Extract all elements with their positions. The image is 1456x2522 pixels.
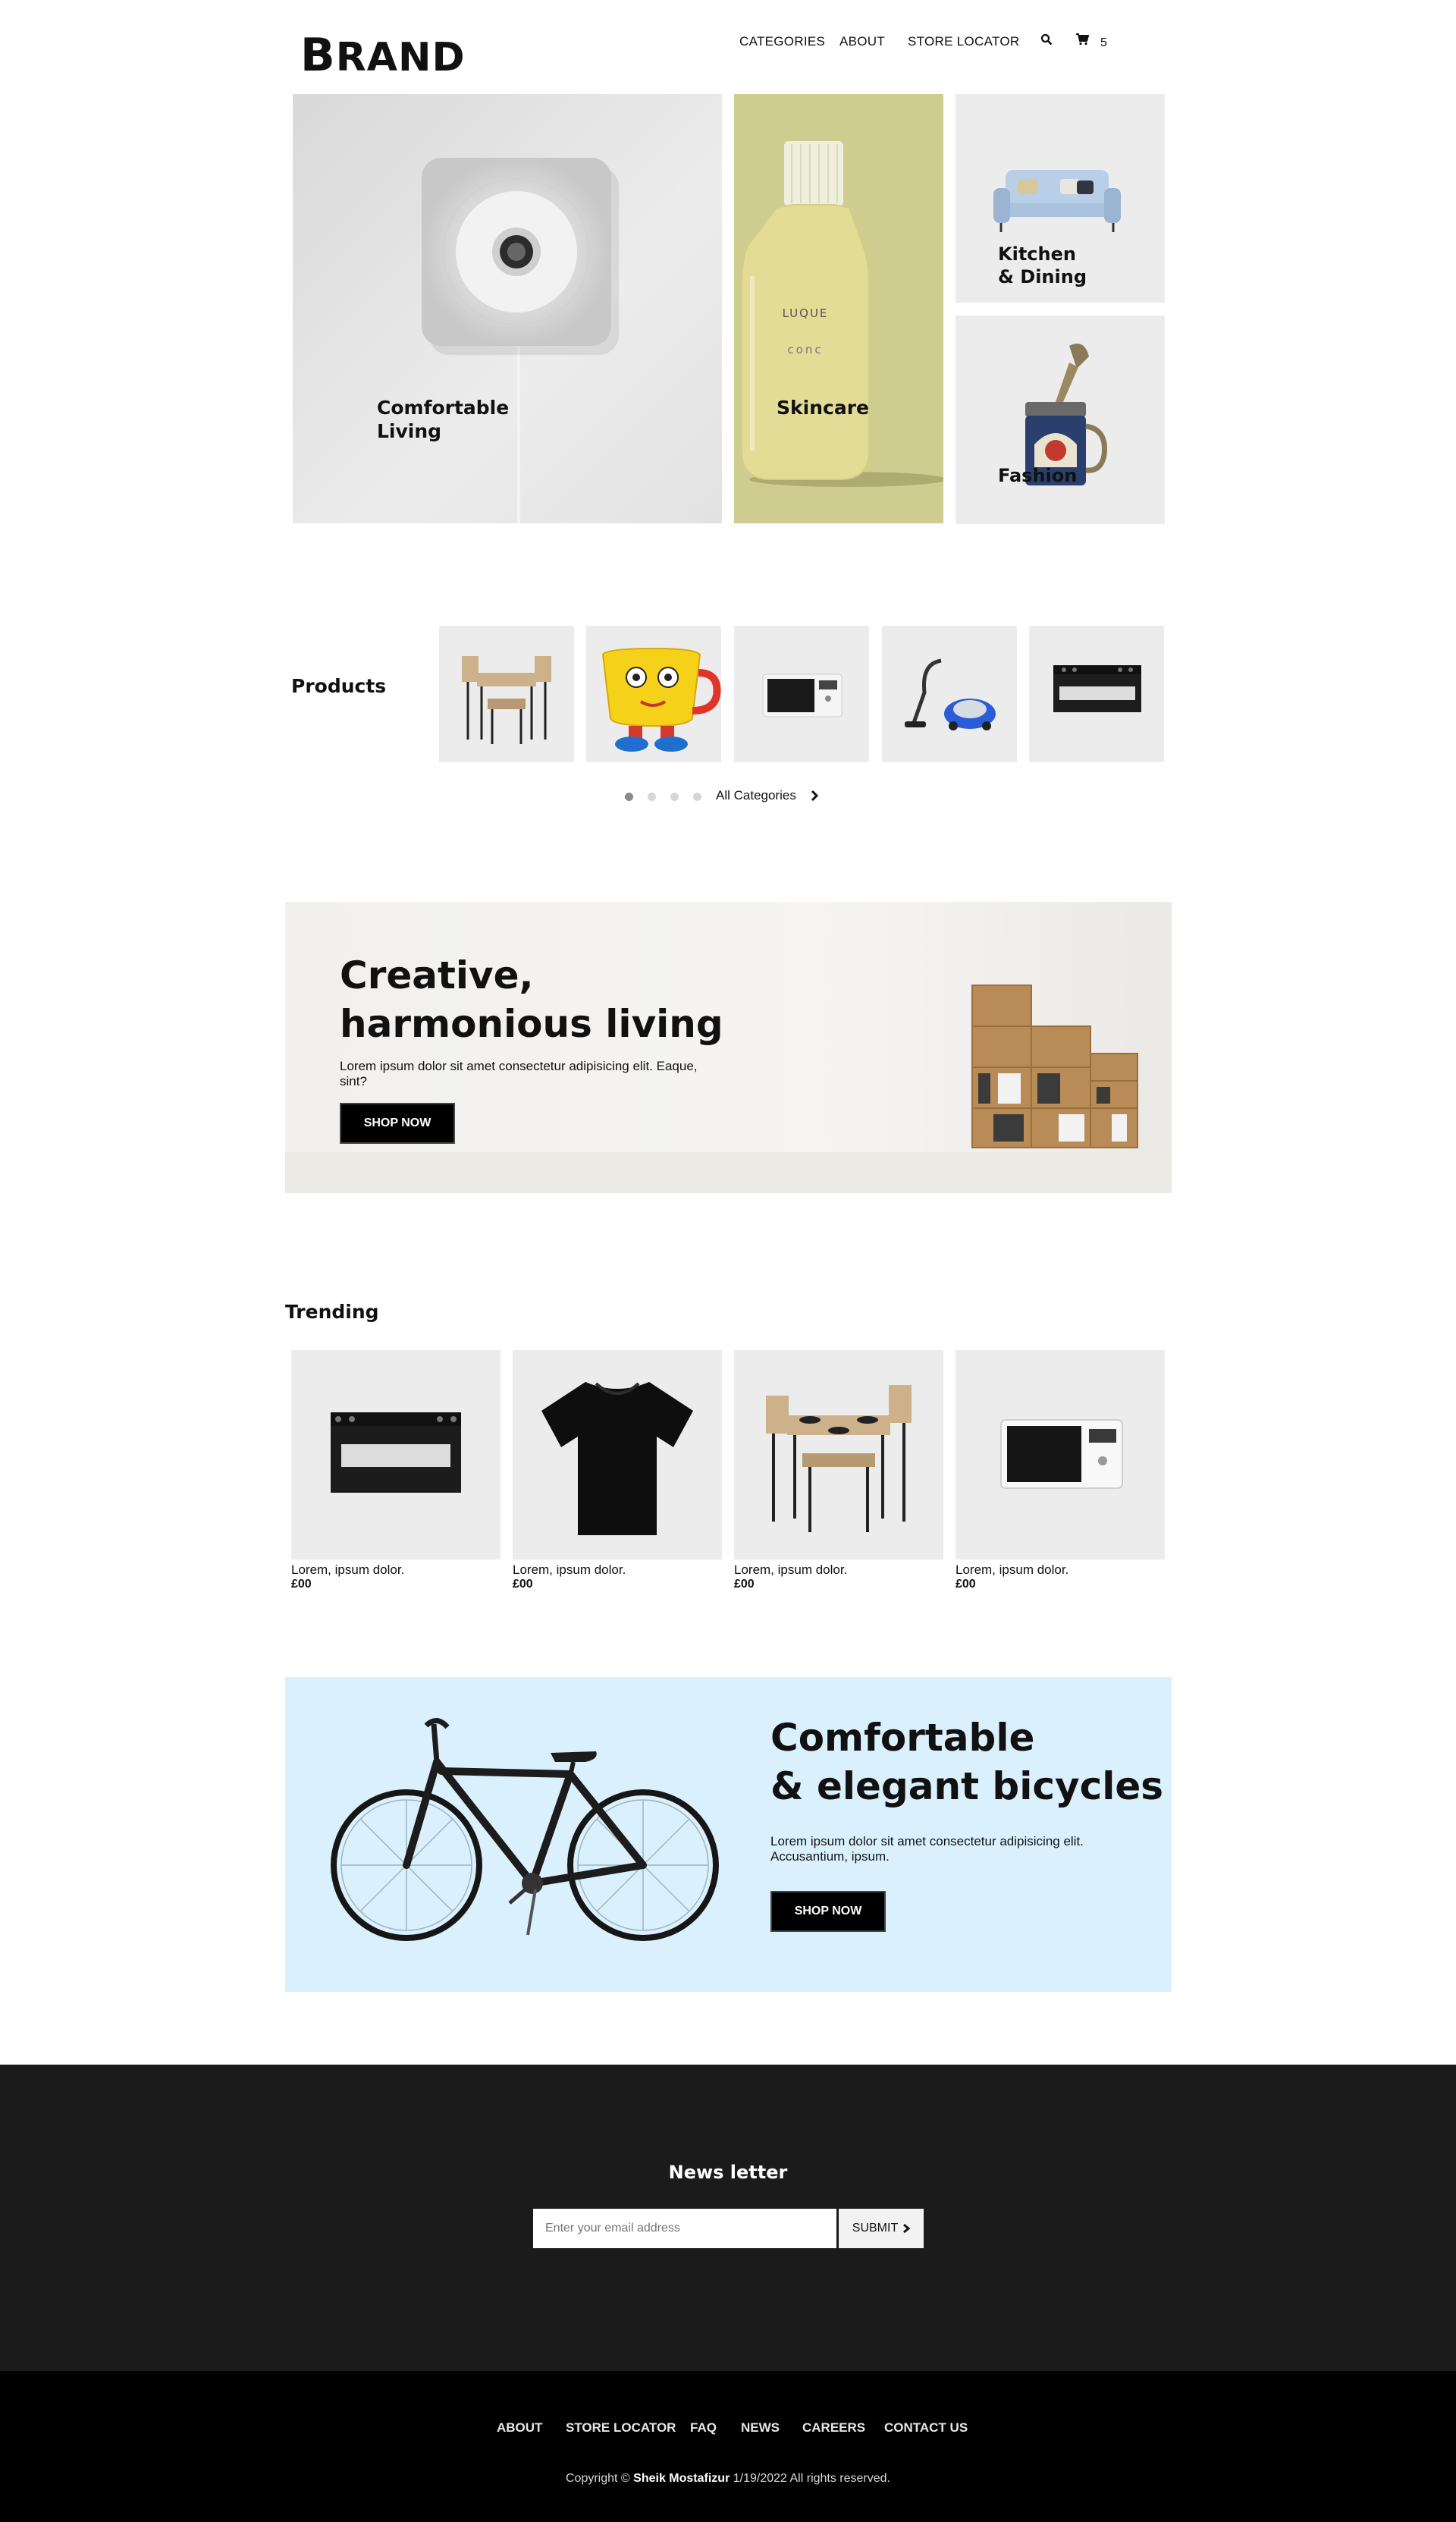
product-thumb-vacuum-cleaner[interactable] bbox=[882, 626, 1017, 762]
newsletter-submit-button[interactable]: SUBMIT bbox=[839, 2209, 924, 2248]
footer-link-news[interactable]: NEWS bbox=[741, 2420, 780, 2436]
banner1-shop-now-button[interactable]: SHOP NOW bbox=[340, 1103, 455, 1144]
footer-link-store-locator[interactable]: STORE LOCATOR bbox=[566, 2420, 676, 2436]
dining-set-icon bbox=[766, 1385, 912, 1532]
creative-living-banner: Creative, harmonious living Lorem ipsum … bbox=[285, 902, 1172, 1193]
trending-price: £00 bbox=[291, 1578, 312, 1591]
hero-label-skincare: Skincare bbox=[777, 397, 869, 419]
title-line: Comfortable bbox=[770, 1716, 1035, 1760]
hero-tile-comfortable-living[interactable]: Comfortable Living bbox=[293, 94, 722, 523]
copyright-text: Copyright © Sheik Mostafizur 1/19/2022 A… bbox=[0, 2472, 1456, 2486]
trending-image-tshirt bbox=[513, 1350, 722, 1559]
nav-about[interactable]: ABOUT bbox=[839, 34, 885, 49]
products-title: Products bbox=[291, 675, 387, 697]
label-line: Kitchen bbox=[998, 243, 1076, 265]
hero-tile-kitchen-dining[interactable]: Kitchen & Dining bbox=[956, 94, 1165, 303]
vacuum-icon bbox=[905, 658, 996, 730]
trending-name: Lorem, ipsum dolor. bbox=[513, 1563, 626, 1577]
footer-bar bbox=[0, 2371, 1456, 2522]
trending-price: £00 bbox=[956, 1578, 976, 1591]
bottle-sub-text: conc bbox=[787, 343, 823, 356]
banner1-title: Creative, harmonious living bbox=[340, 951, 723, 1048]
product-thumb-cup-figure[interactable] bbox=[586, 626, 721, 762]
banner1-text: Lorem ipsum dolor sit amet consectetur a… bbox=[340, 1059, 698, 1088]
dining-set-icon bbox=[462, 656, 551, 744]
trending-card-tshirt[interactable]: Lorem, ipsum dolor. £00 bbox=[513, 1350, 722, 1591]
hero-label-comfortable-living: Comfortable Living bbox=[377, 396, 509, 443]
banner2-text: Lorem ipsum dolor sit amet consectetur a… bbox=[770, 1834, 1084, 1864]
hero-label-kitchen-dining: Kitchen & Dining bbox=[998, 243, 1087, 288]
chevron-right-icon bbox=[903, 2223, 911, 2234]
footer-link-about[interactable]: ABOUT bbox=[497, 2420, 542, 2436]
brand-initial: B bbox=[300, 29, 336, 82]
tshirt-icon bbox=[541, 1382, 693, 1535]
footer-link-faq[interactable]: FAQ bbox=[690, 2420, 717, 2436]
copyright-prefix: Copyright © bbox=[566, 2472, 630, 2485]
nav-categories[interactable]: CATEGORIES bbox=[739, 34, 825, 49]
cart-count: 5 bbox=[1100, 36, 1107, 49]
carousel-dot-4[interactable] bbox=[693, 793, 701, 801]
product-thumb-dining-set[interactable] bbox=[439, 626, 574, 762]
newsletter-section: News letter SUBMIT bbox=[0, 2065, 1456, 2371]
all-categories-label: All Categories bbox=[716, 788, 796, 802]
banner2-shop-now-button[interactable]: SHOP NOW bbox=[770, 1891, 886, 1932]
banner2-title: Comfortable & elegant bicycles bbox=[770, 1713, 1163, 1811]
product-thumb-stove[interactable] bbox=[1029, 626, 1164, 762]
bottle-brand-text: LUQUE bbox=[783, 306, 829, 320]
cup-figure-icon bbox=[601, 647, 721, 752]
nav-store-locator[interactable]: STORE LOCATOR bbox=[908, 34, 1020, 49]
cd-player-image bbox=[293, 94, 722, 523]
copyright-author: Sheik Mostafizur bbox=[633, 2472, 730, 2485]
all-categories-link[interactable]: All Categories bbox=[716, 788, 819, 803]
trending-name: Lorem, ipsum dolor. bbox=[956, 1563, 1069, 1577]
bicycle-banner: Comfortable & elegant bicycles Lorem ips… bbox=[285, 1677, 1172, 1992]
carousel-dot-2[interactable] bbox=[648, 793, 656, 801]
trending-name: Lorem, ipsum dolor. bbox=[734, 1563, 848, 1577]
product-thumb-microwave[interactable] bbox=[734, 626, 869, 762]
hero-label-fashion: Fashion bbox=[998, 465, 1078, 486]
trending-image-dining-set bbox=[734, 1350, 943, 1559]
search-icon[interactable] bbox=[1040, 33, 1053, 49]
bicycle-image bbox=[331, 1718, 719, 1941]
label-line: Living bbox=[377, 420, 442, 442]
label-line: & Dining bbox=[998, 266, 1087, 287]
trending-name: Lorem, ipsum dolor. bbox=[291, 1563, 405, 1577]
newsletter-title: News letter bbox=[668, 2162, 788, 2183]
stove-icon bbox=[1053, 665, 1141, 712]
skincare-bottle-image: LUQUE conc bbox=[741, 141, 943, 487]
title-line: harmonious living bbox=[340, 1002, 723, 1046]
chevron-right-icon bbox=[811, 790, 818, 802]
newsletter-email-input[interactable] bbox=[533, 2209, 836, 2248]
microwave-icon bbox=[762, 674, 843, 718]
stove-icon bbox=[331, 1412, 461, 1493]
trending-price: £00 bbox=[734, 1578, 755, 1591]
footer-link-contact-us[interactable]: CONTACT US bbox=[884, 2420, 968, 2436]
title-line: & elegant bicycles bbox=[770, 1764, 1164, 1808]
trending-price: £00 bbox=[513, 1578, 533, 1591]
trending-card-microwave[interactable]: Lorem, ipsum dolor. £00 bbox=[956, 1350, 1165, 1591]
hero-tile-skincare[interactable]: LUQUE conc Skincare bbox=[734, 94, 943, 523]
label-line: Comfortable bbox=[377, 397, 510, 419]
submit-label: SUBMIT bbox=[852, 2222, 899, 2235]
stein-mug-image bbox=[1025, 344, 1107, 485]
hero-tile-fashion[interactable]: Fashion bbox=[956, 316, 1165, 524]
carousel-dot-1[interactable] bbox=[625, 793, 633, 801]
trending-title: Trending bbox=[285, 1301, 379, 1323]
trending-card-stove[interactable]: Lorem, ipsum dolor. £00 bbox=[291, 1350, 500, 1591]
trending-image-microwave bbox=[956, 1350, 1165, 1559]
title-line: Creative, bbox=[340, 953, 534, 997]
carousel-dot-3[interactable] bbox=[670, 793, 679, 801]
copyright-suffix: 1/19/2022 All rights reserved. bbox=[733, 2472, 890, 2485]
cart-icon[interactable] bbox=[1075, 33, 1090, 49]
footer-link-careers[interactable]: CAREERS bbox=[802, 2420, 865, 2436]
trending-image-stove bbox=[291, 1350, 500, 1559]
brand-logo[interactable]: BRAND bbox=[300, 29, 466, 82]
trending-card-dining-set[interactable]: Lorem, ipsum dolor. £00 bbox=[734, 1350, 943, 1591]
brand-rest: RAND bbox=[335, 35, 466, 80]
microwave-icon bbox=[1000, 1419, 1123, 1489]
